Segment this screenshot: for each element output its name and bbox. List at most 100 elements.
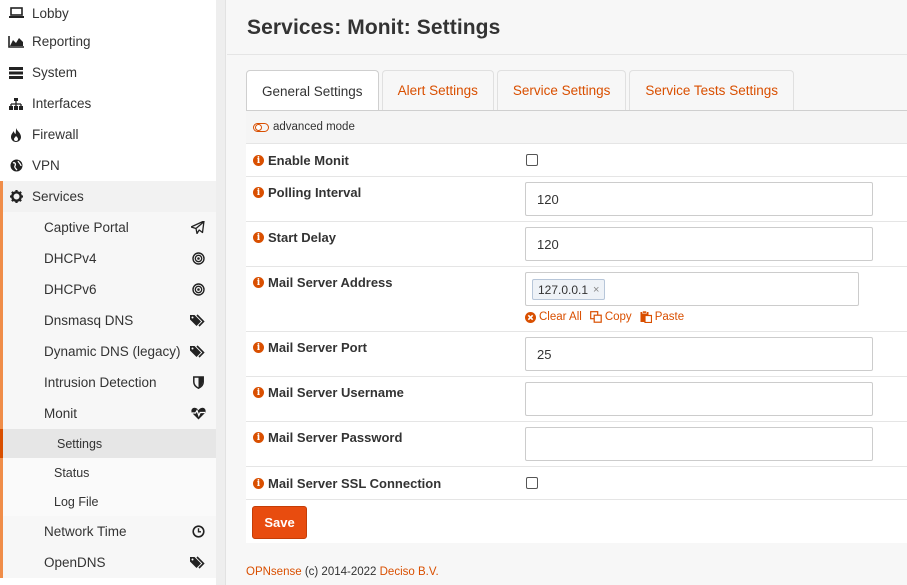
info-icon[interactable]: i <box>253 342 264 353</box>
advanced-mode-toggle[interactable] <box>253 122 269 132</box>
tags-icon <box>190 313 206 329</box>
tags-icon <box>190 555 206 571</box>
advanced-mode-row: advanced mode <box>246 111 907 144</box>
sidebar-item-label: Captive Portal <box>44 220 129 235</box>
info-icon[interactable]: i <box>253 478 264 489</box>
save-row: Save <box>246 500 907 544</box>
globe-icon <box>8 158 24 174</box>
sidebar-item-services[interactable]: Services <box>0 181 217 212</box>
footer-brand-link[interactable]: OPNsense <box>246 566 302 578</box>
paste-link[interactable]: Paste <box>640 311 684 323</box>
sidebar: Lobby Reporting System Interfaces Firewa… <box>0 0 226 585</box>
sidebar-item-label: Lobby <box>32 5 69 21</box>
sidebar-item-dhcpv4[interactable]: DHCPv4 <box>3 243 217 274</box>
footer: OPNsense (c) 2014-2022 Deciso B.V. <box>246 566 439 578</box>
enable-monit-checkbox[interactable] <box>526 154 538 166</box>
sidebar-item-dynamic-dns[interactable]: Dynamic DNS (legacy) <box>3 336 217 367</box>
services-submenu: Captive Portal DHCPv4 DHCPv6 Dnsmasq DNS <box>0 212 217 578</box>
mail-server-ssl-label: i Mail Server SSL Connection <box>253 476 441 491</box>
tag-tools: Clear All Copy Paste <box>525 311 692 323</box>
sidebar-item-firewall[interactable]: Firewall <box>0 119 217 150</box>
heartbeat-icon <box>190 406 206 422</box>
field-label: Mail Server SSL Connection <box>268 476 442 491</box>
tab-service-tests-settings[interactable]: Service Tests Settings <box>629 70 794 110</box>
sidebar-item-intrusion-detection[interactable]: Intrusion Detection <box>3 367 217 398</box>
sidebar-item-label: Firewall <box>32 127 79 142</box>
polling-interval-input[interactable]: 120 <box>525 182 873 216</box>
sidebar-item-reporting[interactable]: Reporting <box>0 26 217 57</box>
copy-icon <box>589 311 602 323</box>
address-tag: 127.0.0.1 × <box>532 279 606 300</box>
shield-icon <box>190 375 206 391</box>
tab-service-settings[interactable]: Service Settings <box>496 70 627 110</box>
gear-icon <box>8 189 24 205</box>
field-label: Mail Server Port <box>268 340 367 355</box>
paper-plane-icon <box>190 220 206 236</box>
server-icon <box>8 65 24 81</box>
mail-server-password-input[interactable] <box>525 427 873 461</box>
info-icon[interactable]: i <box>253 387 264 398</box>
info-icon[interactable]: i <box>253 232 264 243</box>
sidebar-subitem-log-file[interactable]: Log File <box>3 487 217 516</box>
sidebar-item-label: Services <box>32 189 84 204</box>
mail-server-address-tag-input[interactable]: 127.0.0.1 × <box>525 272 859 306</box>
sidebar-item-monit[interactable]: Monit <box>3 398 217 429</box>
copy-label: Copy <box>604 311 632 323</box>
advanced-mode-label[interactable]: advanced mode <box>273 121 355 133</box>
sidebar-item-label: Log File <box>54 494 99 509</box>
copy-link[interactable]: Copy <box>589 311 632 323</box>
field-label: Mail Server Username <box>268 385 404 400</box>
start-delay-row: i Start Delay 120 <box>246 222 907 267</box>
tab-alert-settings[interactable]: Alert Settings <box>381 70 494 110</box>
page-header: Services: Monit: Settings <box>227 0 907 55</box>
sidebar-item-lobby[interactable]: Lobby <box>0 0 217 26</box>
clock-icon <box>190 524 206 540</box>
clear-all-link[interactable]: Clear All <box>525 311 582 323</box>
paste-icon <box>640 311 652 323</box>
enable-monit-row: i Enable Monit <box>246 144 907 177</box>
mail-server-port-input[interactable]: 25 <box>525 337 873 371</box>
sidebar-subitem-settings[interactable]: Settings <box>0 429 217 458</box>
sidebar-item-dnsmasq-dns[interactable]: Dnsmasq DNS <box>3 305 217 336</box>
sidebar-item-label: Dnsmasq DNS <box>44 313 134 328</box>
tab-general-settings[interactable]: General Settings <box>246 70 379 111</box>
sidebar-item-system[interactable]: System <box>0 57 217 88</box>
area-chart-icon <box>8 34 24 50</box>
sidebar-item-vpn[interactable]: VPN <box>0 150 217 181</box>
field-label: Polling Interval <box>268 185 362 200</box>
mail-server-ssl-checkbox[interactable] <box>526 477 538 489</box>
mail-server-ssl-row: i Mail Server SSL Connection <box>246 467 907 500</box>
fire-icon <box>8 127 24 143</box>
main-content: Services: Monit: Settings General Settin… <box>227 0 907 585</box>
sidebar-subitem-status[interactable]: Status <box>3 458 217 487</box>
footer-copyright: (c) 2014-2022 <box>304 566 377 578</box>
tags-icon <box>190 344 206 360</box>
sidebar-item-network-time[interactable]: Network Time <box>3 516 217 547</box>
info-icon[interactable]: i <box>253 277 264 288</box>
polling-interval-row: i Polling Interval 120 <box>246 177 907 222</box>
mail-server-password-label: i Mail Server Password <box>253 430 402 445</box>
laptop-icon <box>8 5 24 21</box>
sidebar-item-opendns[interactable]: OpenDNS <box>3 547 217 578</box>
info-icon[interactable]: i <box>253 155 264 166</box>
info-icon[interactable]: i <box>253 432 264 443</box>
tag-text: 127.0.0.1 <box>538 282 589 297</box>
settings-panel: advanced mode i Enable Monit i Polling I… <box>246 110 907 543</box>
mail-server-password-row: i Mail Server Password <box>246 422 907 467</box>
mail-server-port-row: i Mail Server Port 25 <box>246 332 907 377</box>
sidebar-item-dhcpv6[interactable]: DHCPv6 <box>3 274 217 305</box>
sidebar-item-captive-portal[interactable]: Captive Portal <box>3 212 217 243</box>
footer-company-link[interactable]: Deciso B.V. <box>380 566 439 578</box>
start-delay-input[interactable]: 120 <box>525 227 873 261</box>
sidebar-item-label: Dynamic DNS (legacy) <box>44 344 181 359</box>
enable-monit-label: i Enable Monit <box>253 153 349 168</box>
bullseye-icon <box>190 251 206 267</box>
mail-server-username-input[interactable] <box>525 382 873 416</box>
field-label: Mail Server Address <box>268 275 393 290</box>
tag-remove-icon[interactable]: × <box>593 284 599 296</box>
sidebar-item-interfaces[interactable]: Interfaces <box>0 88 217 119</box>
info-icon[interactable]: i <box>253 187 264 198</box>
sidebar-item-label: DHCPv4 <box>44 251 97 266</box>
save-button[interactable]: Save <box>252 506 307 539</box>
sidebar-scrollbar[interactable] <box>216 0 225 585</box>
